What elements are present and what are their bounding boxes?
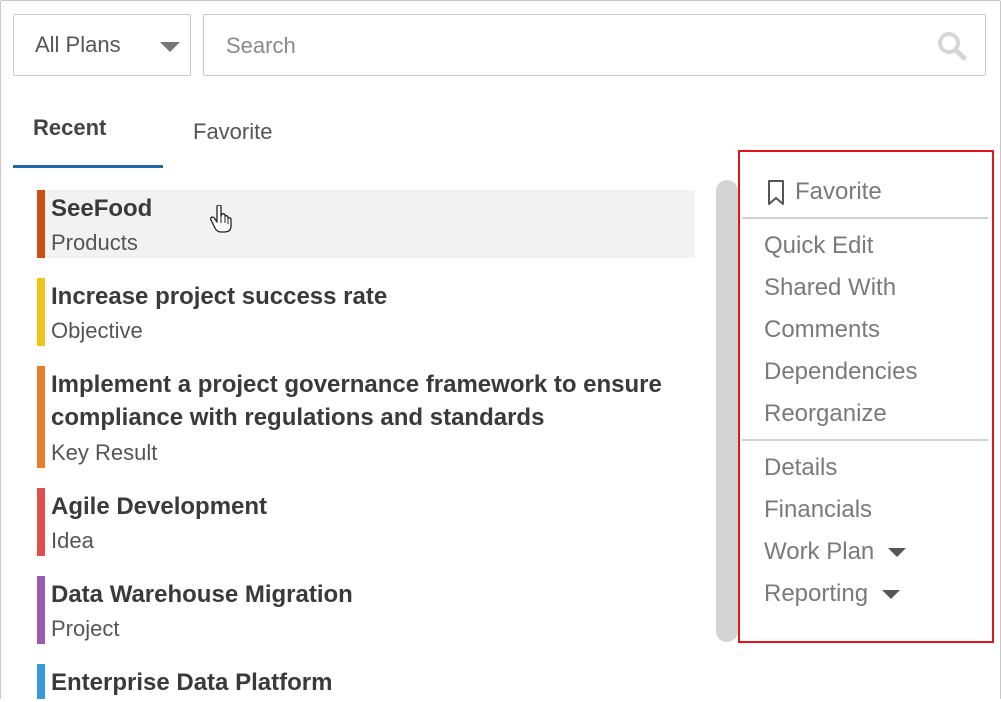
item-title-line2: compliance with regulations and standard… xyxy=(51,404,545,431)
quick-edit-action[interactable]: Quick Edit xyxy=(764,232,873,260)
item-color-bar xyxy=(37,664,45,700)
item-color-bar xyxy=(37,366,45,468)
chevron-down-icon xyxy=(888,548,907,558)
list-item[interactable]: Agile Development Idea xyxy=(37,488,695,556)
hand-cursor-icon xyxy=(210,205,232,233)
menu-divider xyxy=(742,439,988,441)
list-item[interactable]: Implement a project governance framework… xyxy=(37,366,695,468)
search-input[interactable] xyxy=(224,15,918,77)
item-title: Data Warehouse Migration xyxy=(51,581,353,608)
work-plan-label: Work Plan xyxy=(764,538,875,565)
list-scrollbar[interactable] xyxy=(716,180,738,642)
item-color-bar xyxy=(37,190,45,258)
item-color-bar xyxy=(37,488,45,556)
favorite-action[interactable]: Favorite xyxy=(795,178,882,206)
details-action[interactable]: Details xyxy=(764,454,837,482)
item-type: Products xyxy=(51,230,138,255)
comments-action[interactable]: Comments xyxy=(764,316,880,344)
item-type: Project xyxy=(51,616,120,641)
plan-picker-panel: All Plans Recent Favorite SeeFood Produc… xyxy=(0,0,1001,701)
reporting-label: Reporting xyxy=(764,580,869,607)
dependencies-action[interactable]: Dependencies xyxy=(764,358,917,386)
search-icon[interactable] xyxy=(937,31,967,61)
list-item[interactable]: Data Warehouse Migration Project xyxy=(37,576,695,644)
bookmark-icon[interactable] xyxy=(767,180,785,206)
item-title: SeeFood xyxy=(51,195,153,222)
list-item[interactable]: SeeFood Products xyxy=(37,190,695,258)
plan-filter-dropdown[interactable]: All Plans xyxy=(13,14,191,76)
item-action-menu: Favorite Quick Edit Shared With Comments… xyxy=(738,150,994,643)
item-type: Idea xyxy=(51,528,94,553)
financials-action[interactable]: Financials xyxy=(764,496,872,524)
item-color-bar xyxy=(37,278,45,346)
item-color-bar xyxy=(37,576,45,644)
menu-divider xyxy=(742,217,988,219)
tab-favorite[interactable]: Favorite xyxy=(193,119,272,145)
search-box[interactable] xyxy=(203,14,986,77)
item-title-line1: Implement a project governance framework… xyxy=(51,371,662,398)
shared-with-action[interactable]: Shared With xyxy=(764,274,896,302)
reporting-action[interactable]: Reporting xyxy=(764,580,901,608)
plan-filter-value: All Plans xyxy=(35,32,121,57)
item-type: Objective xyxy=(51,318,143,343)
work-plan-action[interactable]: Work Plan xyxy=(764,538,907,566)
chevron-down-icon xyxy=(160,42,180,52)
reorganize-action[interactable]: Reorganize xyxy=(764,400,887,428)
chevron-down-icon xyxy=(882,590,901,600)
tab-recent[interactable]: Recent xyxy=(33,115,106,141)
item-type: Key Result xyxy=(51,440,158,465)
item-title: Increase project success rate xyxy=(51,283,388,310)
active-tab-indicator xyxy=(13,165,163,168)
list-item[interactable]: Increase project success rate Objective xyxy=(37,278,695,346)
item-title: Enterprise Data Platform xyxy=(51,669,333,696)
item-title: Agile Development xyxy=(51,493,268,520)
list-item[interactable]: Enterprise Data Platform xyxy=(37,664,695,700)
